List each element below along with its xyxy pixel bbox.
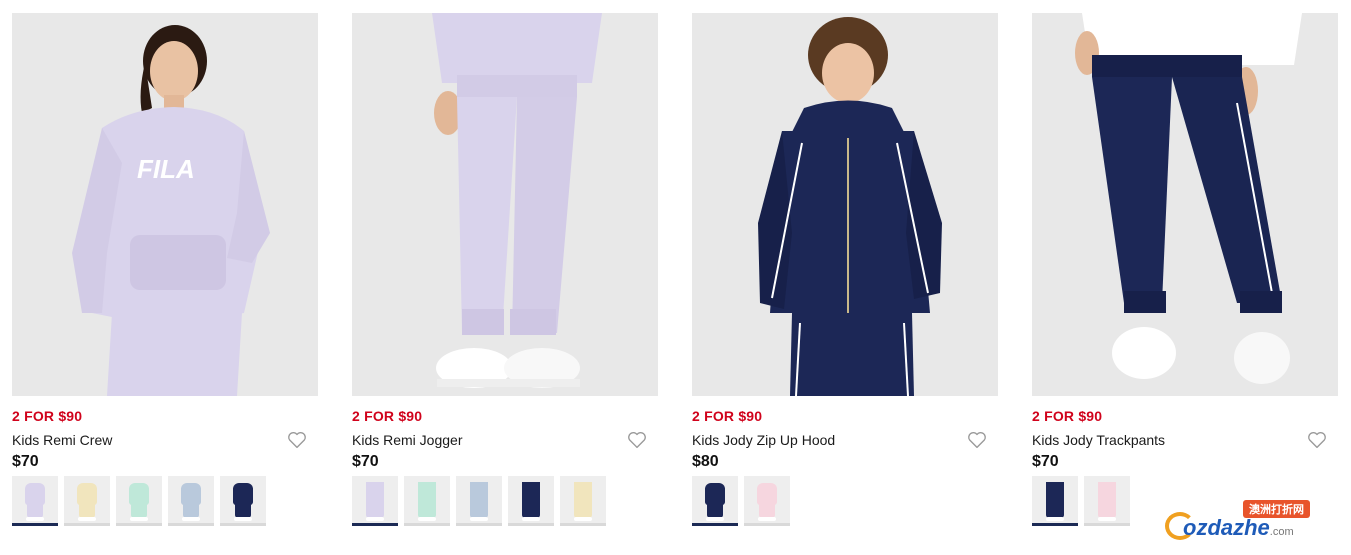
color-swatch[interactable] bbox=[352, 476, 398, 526]
product-name[interactable]: Kids Remi Crew bbox=[12, 432, 112, 448]
promo-label: 2 FOR $90 bbox=[692, 408, 763, 424]
heart-outline-icon[interactable] bbox=[966, 429, 988, 451]
product-image[interactable] bbox=[1032, 13, 1338, 396]
product-card[interactable]: 2 FOR $90 Kids Remi Jogger $70 bbox=[352, 13, 658, 526]
product-name[interactable]: Kids Jody Trackpants bbox=[1032, 432, 1165, 448]
product-image[interactable]: FILA bbox=[12, 13, 318, 396]
product-grid: FILA 2 FOR $90 Kids Remi Crew $70 2 FOR … bbox=[12, 13, 1338, 526]
color-swatch[interactable] bbox=[12, 476, 58, 526]
product-card[interactable]: FILA 2 FOR $90 Kids Remi Crew $70 bbox=[12, 13, 318, 526]
color-swatch[interactable] bbox=[744, 476, 790, 526]
watermark-logo: 澳洲打折网 ozdazhe.com bbox=[1165, 498, 1335, 544]
color-swatch[interactable] bbox=[220, 476, 266, 526]
svg-text:FILA: FILA bbox=[137, 154, 195, 184]
color-swatch[interactable] bbox=[560, 476, 606, 526]
color-swatches bbox=[692, 476, 998, 526]
product-card[interactable]: 2 FOR $90 Kids Jody Trackpants $70 bbox=[1032, 13, 1338, 526]
color-swatch[interactable] bbox=[456, 476, 502, 526]
watermark-name: ozdazhe bbox=[1183, 515, 1270, 540]
product-card[interactable]: 2 FOR $90 Kids Jody Zip Up Hood $80 bbox=[692, 13, 998, 526]
heart-outline-icon[interactable] bbox=[286, 429, 308, 451]
color-swatch[interactable] bbox=[1084, 476, 1130, 526]
product-price: $70 bbox=[1032, 453, 1059, 470]
promo-label: 2 FOR $90 bbox=[352, 408, 423, 424]
color-swatch[interactable] bbox=[404, 476, 450, 526]
watermark-text: ozdazhe.com bbox=[1183, 515, 1294, 541]
color-swatches bbox=[352, 476, 658, 526]
color-swatch[interactable] bbox=[168, 476, 214, 526]
product-name[interactable]: Kids Jody Zip Up Hood bbox=[692, 432, 835, 448]
promo-label: 2 FOR $90 bbox=[12, 408, 83, 424]
color-swatch[interactable] bbox=[1032, 476, 1078, 526]
heart-outline-icon[interactable] bbox=[1306, 429, 1328, 451]
heart-outline-icon[interactable] bbox=[626, 429, 648, 451]
product-price: $70 bbox=[352, 453, 379, 470]
product-price: $70 bbox=[12, 453, 39, 470]
color-swatch[interactable] bbox=[508, 476, 554, 526]
promo-label: 2 FOR $90 bbox=[1032, 408, 1103, 424]
color-swatches bbox=[12, 476, 318, 526]
product-price: $80 bbox=[692, 453, 719, 470]
color-swatch[interactable] bbox=[692, 476, 738, 526]
color-swatch[interactable] bbox=[116, 476, 162, 526]
product-image[interactable] bbox=[692, 13, 998, 396]
watermark-suffix: .com bbox=[1269, 526, 1294, 538]
product-image[interactable] bbox=[352, 13, 658, 396]
product-name[interactable]: Kids Remi Jogger bbox=[352, 432, 463, 448]
color-swatch[interactable] bbox=[64, 476, 110, 526]
